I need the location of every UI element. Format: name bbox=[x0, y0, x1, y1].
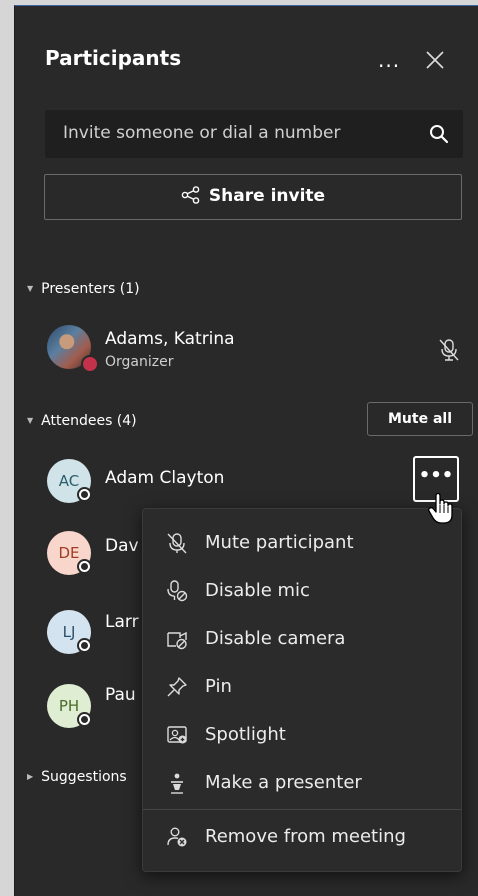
menu-item-label: Disable camera bbox=[205, 628, 346, 649]
presenters-section-header[interactable]: ▼ Presenters (1) bbox=[27, 281, 140, 297]
menu-item-make-presenter[interactable]: Make a presenter bbox=[143, 761, 461, 805]
participant-name[interactable]: Adam Clayton bbox=[105, 468, 224, 488]
participant-name: Adams, Katrina bbox=[105, 329, 235, 349]
share-invite-button[interactable]: Share invite bbox=[44, 174, 462, 220]
share-invite-label: Share invite bbox=[208, 186, 326, 206]
attendees-label: Attendees (4) bbox=[41, 413, 137, 429]
pin-icon bbox=[167, 677, 187, 697]
participant-role: Organizer bbox=[105, 354, 174, 370]
collapse-triangle-icon: ▼ bbox=[27, 284, 34, 293]
menu-item-label: Make a presenter bbox=[205, 772, 362, 793]
status-badge bbox=[81, 355, 99, 373]
participant-name[interactable]: Larr bbox=[105, 612, 139, 632]
hand-cursor-icon bbox=[428, 492, 453, 524]
suggestions-label: Suggestions bbox=[41, 769, 127, 785]
menu-item-remove-from-meeting[interactable]: Remove from meeting bbox=[143, 815, 461, 859]
search-placeholder: Invite someone or dial a number bbox=[63, 123, 341, 143]
share-icon bbox=[181, 186, 200, 204]
close-button[interactable] bbox=[425, 50, 445, 70]
menu-item-pin[interactable]: Pin bbox=[143, 665, 461, 709]
presenters-label: Presenters (1) bbox=[41, 281, 140, 297]
menu-item-spotlight[interactable]: Spotlight bbox=[143, 713, 461, 757]
mic-off-icon bbox=[439, 339, 459, 361]
disable-mic-icon bbox=[167, 580, 188, 602]
mute-all-button[interactable]: Mute all bbox=[367, 402, 473, 436]
mic-off-icon bbox=[167, 533, 187, 554]
menu-item-label: Disable mic bbox=[205, 580, 310, 601]
participant-name[interactable]: Dav bbox=[105, 536, 139, 556]
spotlight-icon bbox=[167, 726, 187, 744]
participants-panel: Participants ... Invite someone or dial … bbox=[14, 5, 478, 896]
status-badge bbox=[77, 712, 92, 727]
status-badge bbox=[77, 638, 92, 653]
status-badge bbox=[77, 487, 92, 502]
search-icon[interactable] bbox=[429, 124, 449, 144]
menu-item-label: Mute participant bbox=[205, 532, 354, 553]
menu-item-mute-participant[interactable]: Mute participant bbox=[143, 521, 461, 565]
remove-person-icon bbox=[167, 827, 187, 847]
menu-item-label: Pin bbox=[205, 676, 232, 697]
menu-item-disable-camera[interactable]: Disable camera bbox=[143, 617, 461, 661]
suggestions-section-header[interactable]: ▶ Suggestions bbox=[27, 769, 127, 785]
disable-camera-icon bbox=[167, 631, 187, 650]
expand-triangle-icon: ▶ bbox=[27, 772, 34, 781]
invite-search-input[interactable]: Invite someone or dial a number bbox=[45, 110, 463, 158]
menu-item-disable-mic[interactable]: Disable mic bbox=[143, 569, 461, 613]
panel-title: Participants bbox=[45, 46, 182, 70]
menu-item-label: Remove from meeting bbox=[205, 826, 406, 847]
presenter-icon bbox=[171, 773, 183, 794]
status-badge bbox=[77, 559, 92, 574]
participant-context-menu: Mute participant Disable mic Disable cam… bbox=[142, 508, 462, 872]
close-icon bbox=[426, 51, 444, 69]
more-options-button[interactable]: ... bbox=[378, 48, 400, 72]
menu-item-label: Spotlight bbox=[205, 724, 286, 745]
collapse-triangle-icon: ▼ bbox=[27, 416, 34, 425]
menu-divider bbox=[143, 809, 461, 810]
attendees-section-header[interactable]: ▼ Attendees (4) bbox=[27, 413, 137, 429]
participant-name[interactable]: Pau bbox=[105, 685, 136, 705]
